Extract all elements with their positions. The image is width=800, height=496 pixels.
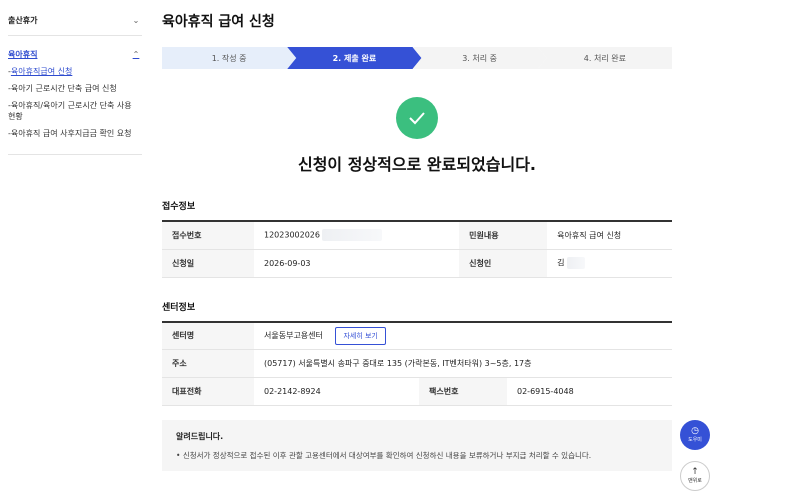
main-content: 육아휴직 급여 신청 1. 작성 중 2. 제출 완료 3. 처리 중 4. 처…	[162, 0, 672, 471]
step-completed: 4. 처리 완료	[537, 47, 672, 69]
help-circle-icon: ◷	[691, 426, 699, 436]
sidebar: 출산휴가 ⌄ 육아휴직 ⌃ -육아휴직급여 신청 -육아기 근로시간 단축 급여…	[8, 8, 142, 155]
sidebar-item-label: 육아휴직 급여 사후지급금 확인 요청	[10, 129, 132, 138]
sidebar-group-maternity-toggle[interactable]: 출산휴가 ⌄	[8, 14, 142, 26]
scroll-top-label: 맨위로	[688, 478, 702, 484]
sidebar-item-usage-status[interactable]: -육아휴직/육아기 근로시간 단축 사용 현황	[8, 100, 142, 122]
step-submitted: 2. 제출 완료	[287, 47, 421, 69]
sidebar-group-label: 출산휴가	[8, 15, 38, 25]
scroll-top-button[interactable]: ↑ 맨위로	[680, 461, 710, 491]
table-row: 접수번호 12023002026 민원내용 육아휴직 급여 신청	[162, 221, 672, 250]
chevron-up-icon: ⌃	[132, 49, 140, 59]
phone-value: 02-2142-8924	[254, 377, 419, 406]
masked-value	[322, 229, 382, 242]
sidebar-item-leave-benefit[interactable]: -육아휴직급여 신청	[8, 66, 142, 77]
table-row: 대표전화 02-2142-8924 팩스번호 02-6915-4048	[162, 377, 672, 406]
sidebar-item-label: 육아휴직급여 신청	[10, 67, 73, 76]
content-label: 민원내용	[459, 221, 548, 250]
center-name-cell: 서울동부고용센터 자세히 보기	[254, 321, 672, 350]
sidebar-item-label: 육아휴직/육아기 근로시간 단축 사용 현황	[8, 101, 132, 121]
sidebar-group-label: 육아휴직	[8, 49, 38, 59]
success-icon-wrap	[162, 97, 672, 139]
notice-item: • 신청서가 정상적으로 접수된 이후 관할 고용센터에서 대상여부를 확인하여…	[176, 451, 592, 460]
applicant-value: 김	[557, 258, 565, 268]
page-title: 육아휴직 급여 신청	[162, 14, 275, 30]
center-table: 센터명 서울동부고용센터 자세히 보기 주소 (05717) 서울특별시 송파구…	[162, 320, 672, 406]
notice-title: 알려드립니다.	[176, 432, 224, 441]
sidebar-group-parental-leave-toggle[interactable]: 육아휴직 ⌃	[8, 48, 142, 60]
helper-button[interactable]: ◷ 도우미	[680, 420, 710, 450]
date-value: 2026-09-03	[254, 249, 460, 278]
sidebar-group-maternity: 출산휴가 ⌄	[8, 8, 142, 36]
sidebar-group-parental-leave: 육아휴직 ⌃ -육아휴직급여 신청 -육아기 근로시간 단축 급여 신청 -육아…	[8, 36, 142, 155]
applicant-cell: 김	[547, 249, 672, 278]
progress-steps: 1. 작성 중 2. 제출 완료 3. 처리 중 4. 처리 완료	[162, 47, 672, 69]
address-label: 주소	[162, 349, 254, 378]
masked-value	[566, 257, 585, 269]
content-value: 육아휴직 급여 신청	[547, 221, 672, 250]
table-row: 주소 (05717) 서울특별시 송파구 중대로 135 (가락본동, IT벤처…	[162, 349, 672, 378]
step-drafting: 1. 작성 중	[162, 47, 297, 69]
helper-label: 도우미	[688, 437, 702, 443]
table-row: 신청일 2026-09-03 신청인 김	[162, 249, 672, 278]
sidebar-item-reduced-hours-benefit[interactable]: -육아기 근로시간 단축 급여 신청	[8, 83, 142, 94]
table-row: 센터명 서울동부고용센터 자세히 보기	[162, 321, 672, 350]
fax-value: 02-6915-4048	[507, 377, 672, 406]
sidebar-list: -육아휴직급여 신청 -육아기 근로시간 단축 급여 신청 -육아휴직/육아기 …	[8, 66, 142, 139]
sidebar-item-label: 육아기 근로시간 단축 급여 신청	[10, 84, 117, 93]
receipt-no-cell: 12023002026	[254, 221, 460, 250]
center-section-title: 센터정보	[162, 302, 196, 313]
applicant-label: 신청인	[459, 249, 548, 278]
sidebar-item-deferred-payment[interactable]: -육아휴직 급여 사후지급금 확인 요청	[8, 128, 142, 139]
date-label: 신청일	[162, 249, 254, 278]
arrow-up-icon: ↑	[691, 467, 699, 477]
address-value: (05717) 서울특별시 송파구 중대로 135 (가락본동, IT벤처타워)…	[254, 349, 672, 378]
center-name-label: 센터명	[162, 321, 254, 350]
view-details-button[interactable]: 자세히 보기	[335, 326, 386, 345]
phone-label: 대표전화	[162, 377, 254, 406]
completion-message: 신청이 정상적으로 완료되었습니다.	[297, 155, 537, 174]
receipt-no-value: 12023002026	[264, 230, 320, 240]
receipt-table: 접수번호 12023002026 민원내용 육아휴직 급여 신청 신청일 202…	[162, 220, 672, 278]
check-circle-icon	[396, 97, 438, 139]
fax-label: 팩스번호	[419, 377, 507, 406]
notice-box: 알려드립니다. • 신청서가 정상적으로 접수된 이후 관할 고용센터에서 대상…	[162, 420, 672, 471]
receipt-section-title: 접수정보	[162, 202, 196, 212]
chevron-down-icon: ⌄	[132, 15, 140, 25]
center-name-value: 서울동부고용센터	[264, 330, 323, 340]
step-processing: 3. 처리 중	[413, 47, 547, 69]
notice-item-text: 신청서가 정상적으로 접수된 이후 관할 고용센터에서 대상여부를 확인하여 신…	[182, 451, 592, 460]
receipt-no-label: 접수번호	[162, 221, 254, 250]
